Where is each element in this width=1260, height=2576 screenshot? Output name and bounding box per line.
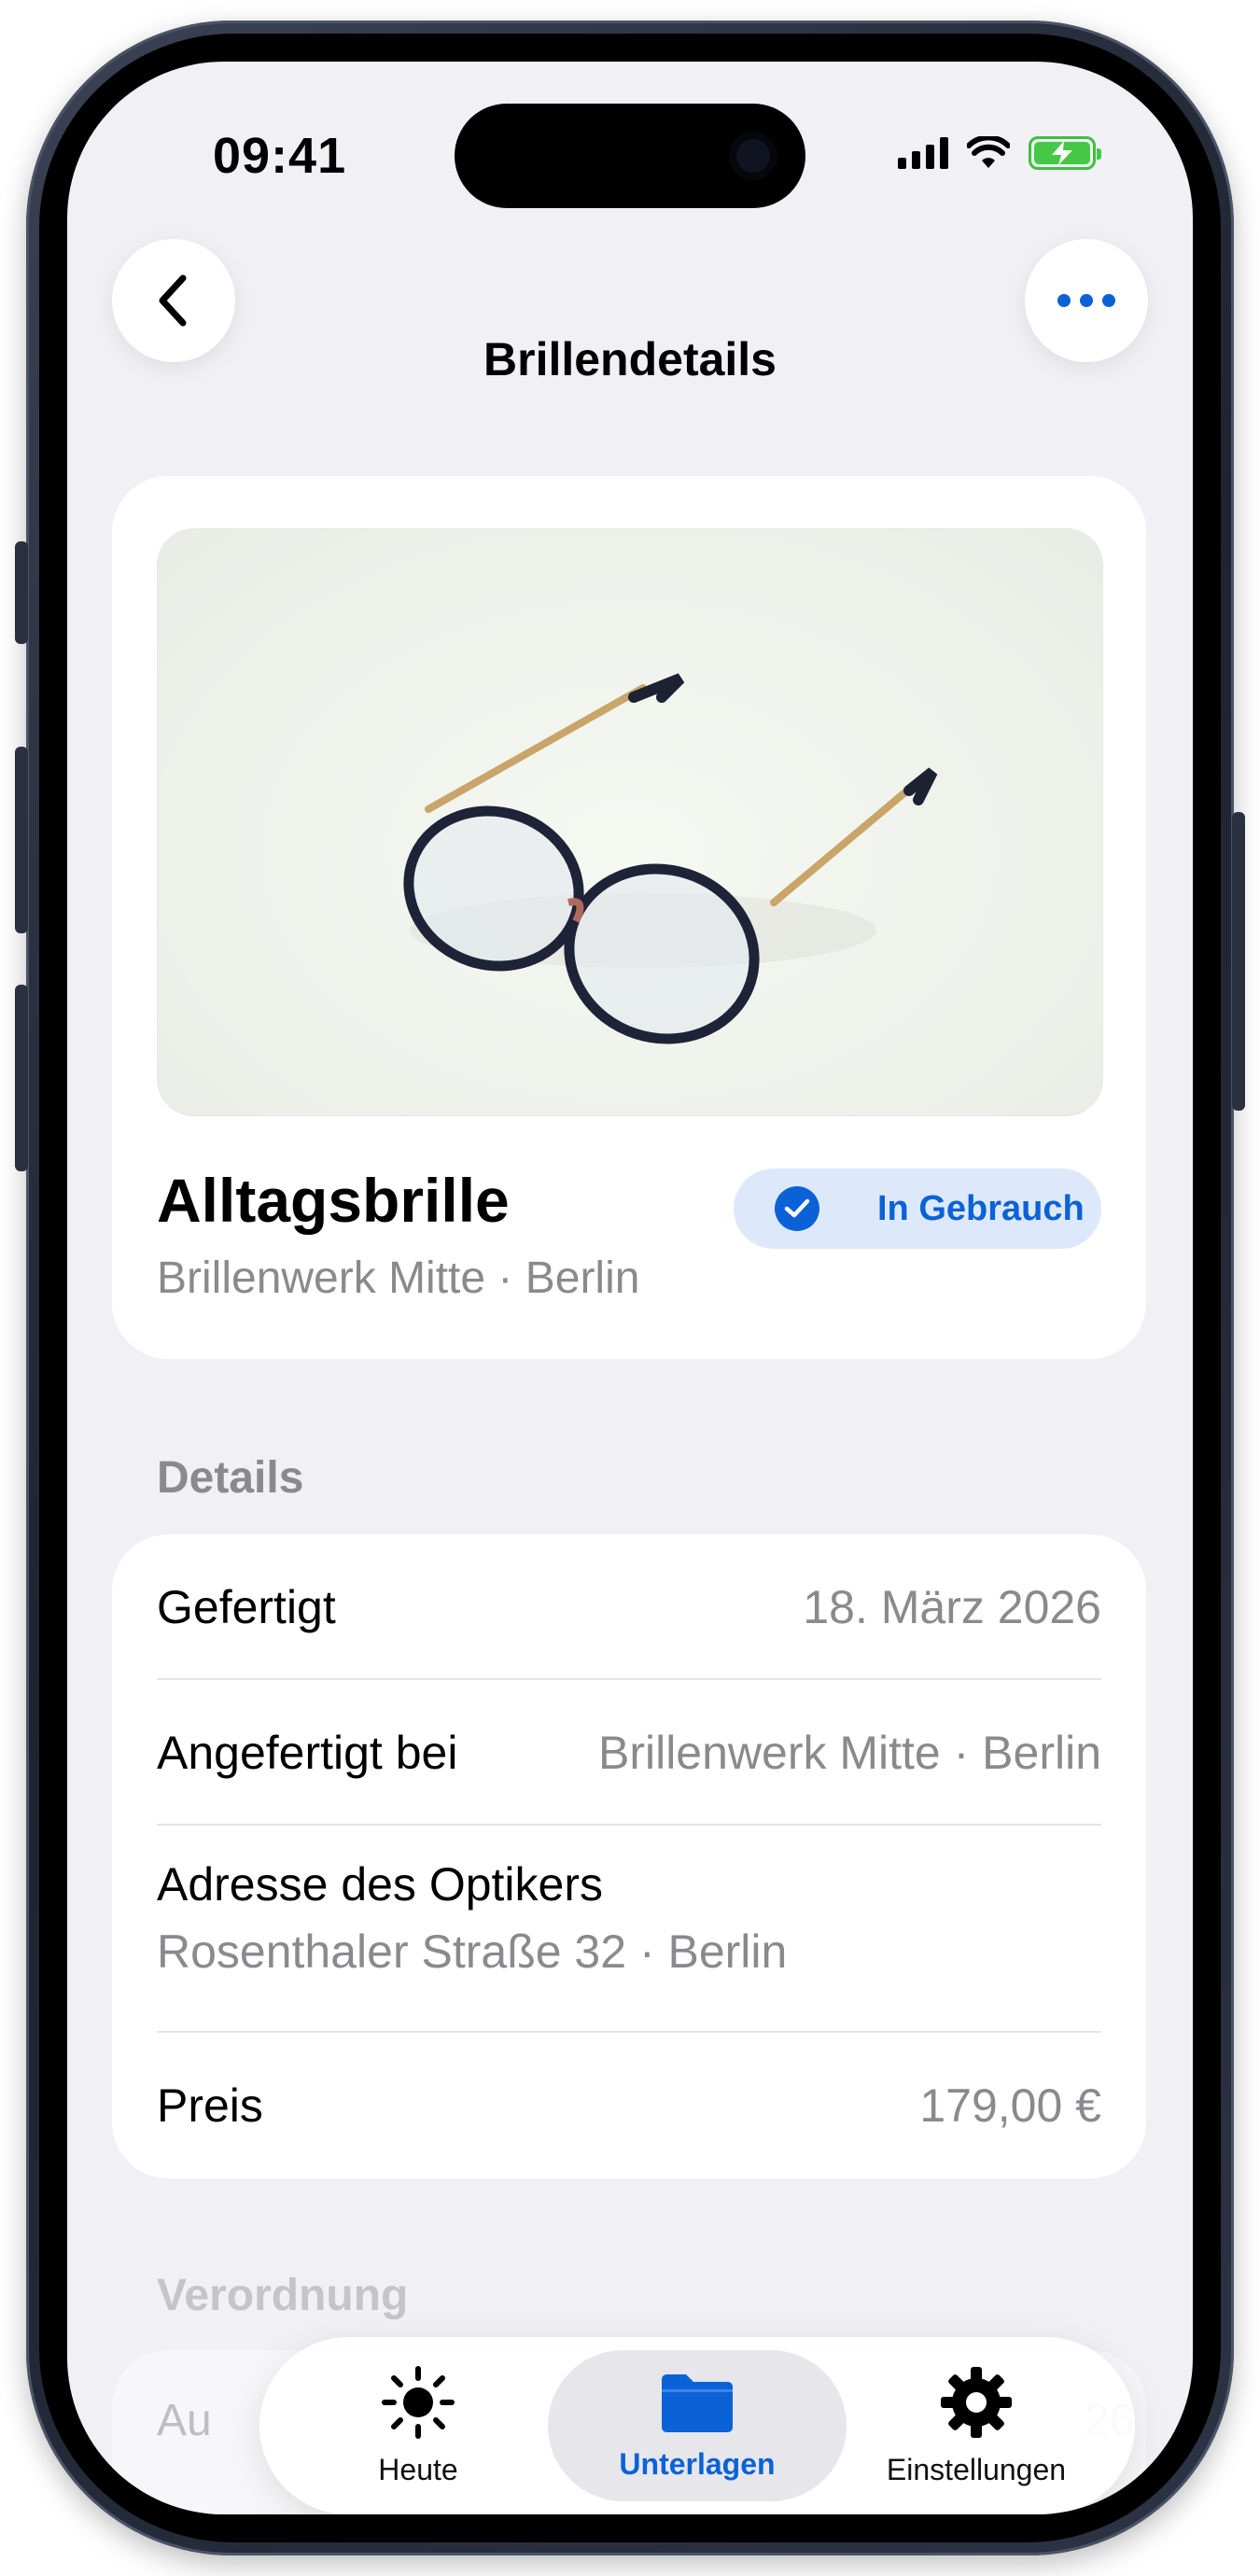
glasses-card: Alltagsbrille Brillenwerk Mitte · Berlin… [112, 476, 1146, 1359]
volume-up-button [15, 747, 28, 933]
detail-value: 179,00 € [919, 2079, 1101, 2132]
wifi-icon [967, 136, 1010, 168]
more-button[interactable] [1025, 239, 1148, 362]
gear-icon [941, 2366, 1012, 2438]
detail-value: Rosenthaler Straße 32 · Berlin [157, 1925, 788, 1978]
status-badge-label: In Gebrauch [877, 1188, 1085, 1228]
ellipsis-icon [1057, 294, 1115, 307]
chevron-left-icon [159, 274, 187, 327]
detail-label: Preis [157, 2079, 263, 2132]
tab-label: Heute [378, 2452, 458, 2486]
checkmark-circle-icon [775, 1186, 819, 1231]
details-section-title: Details [157, 1453, 304, 1503]
detail-label: Gefertigt [157, 1581, 336, 1633]
details-card: Gefertigt 18. März 2026 Angefertigt bei … [112, 1534, 1146, 2178]
cellular-signal-icon [898, 137, 948, 169]
folder-icon [662, 2373, 733, 2432]
action-button [15, 541, 28, 644]
status-badge: In Gebrauch [734, 1169, 1101, 1249]
status-icons [898, 136, 1101, 170]
detail-value: Brillenwerk Mitte · Berlin [597, 1727, 1101, 1779]
verordnung-row-label: Au [157, 2396, 212, 2445]
volume-down-button [15, 985, 28, 1171]
detail-row-adresse[interactable]: Adresse des Optikers Rosenthaler Straße … [157, 1857, 1101, 1979]
detail-label: Adresse des Optikers [157, 1858, 603, 1911]
detail-row-preis: Preis 179,00 € [157, 2070, 1101, 2141]
status-time: 09:41 [213, 128, 347, 184]
glasses-subtitle: Brillenwerk Mitte · Berlin [157, 1253, 640, 1303]
tab-einstellungen[interactable]: Einstellungen [827, 2350, 1126, 2501]
detail-row-gefertigt: Gefertigt 18. März 2026 [157, 1572, 1101, 1643]
detail-row-angefertigt-bei: Angefertigt bei Brillenwerk Mitte · Berl… [157, 1717, 1101, 1788]
verordnung-section-title: Verordnung [157, 2271, 409, 2320]
power-button [1232, 812, 1245, 1111]
tab-unterlagen[interactable]: Unterlagen [548, 2350, 847, 2501]
glasses-name: Alltagsbrille [157, 1166, 510, 1235]
front-camera [729, 132, 777, 180]
tab-label: Unterlagen [619, 2446, 776, 2481]
tab-heute[interactable]: Heute [269, 2350, 567, 2501]
sun-icon [382, 2365, 455, 2439]
detail-value: 18. März 2026 [803, 1581, 1101, 1633]
screen: 09:41 Brillendetails Alltagsbrille Brill… [67, 62, 1193, 2514]
row-divider [157, 2031, 1101, 2033]
row-divider [157, 1678, 1101, 1680]
page-title: Brillendetails [483, 333, 777, 385]
glasses-illustration [403, 673, 938, 1044]
detail-label: Angefertigt bei [157, 1727, 458, 1779]
glasses-photo [157, 528, 1103, 1116]
battery-icon [1029, 136, 1101, 170]
tab-bar: Heute Unterlagen Einstellungen [259, 2337, 1135, 2514]
dynamic-island [455, 104, 805, 208]
tab-label: Einstellungen [886, 2452, 1067, 2486]
row-divider [157, 1824, 1101, 1826]
